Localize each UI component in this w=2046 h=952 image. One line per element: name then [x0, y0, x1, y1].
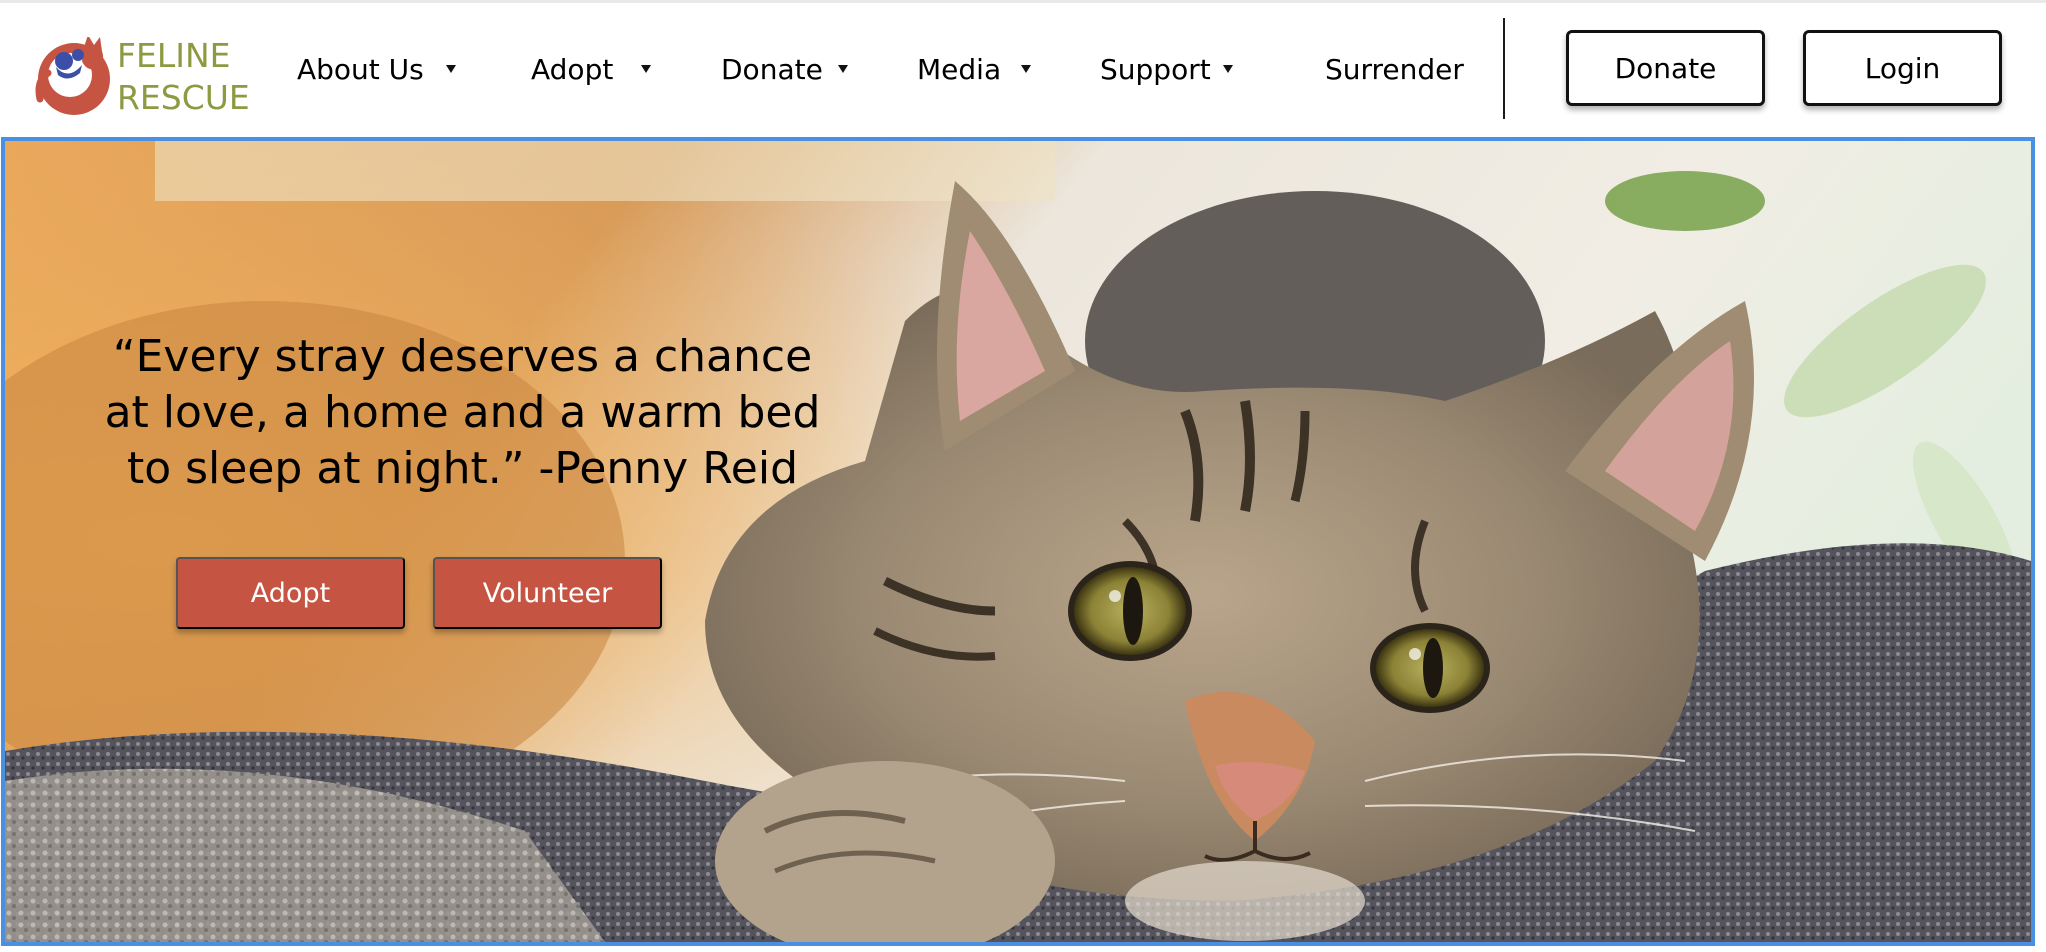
- nav-donate[interactable]: Donate: [721, 46, 823, 92]
- nav-surrender[interactable]: Surrender: [1325, 46, 1464, 92]
- nav-support-label: Support: [1100, 52, 1211, 86]
- hero-banner: “Every stray deserves a chance at love, …: [1, 137, 2035, 946]
- nav-media-label: Media: [917, 52, 1002, 86]
- hero-adopt-button[interactable]: Adopt: [176, 557, 405, 629]
- brand-name-line2: RESCUE: [117, 78, 250, 117]
- nav-divider: [1503, 18, 1505, 119]
- cat-logo-icon: [35, 37, 110, 115]
- login-button[interactable]: Login: [1803, 30, 2002, 106]
- nav-media[interactable]: Media: [917, 46, 1001, 92]
- brand-name: FELINE RESCUE: [117, 35, 250, 119]
- site-header: FELINE RESCUE About Us Adopt Donate Medi…: [0, 0, 2046, 137]
- hero-volunteer-button[interactable]: Volunteer: [433, 557, 662, 629]
- brand-logo[interactable]: FELINE RESCUE: [34, 33, 250, 121]
- nav-about-us[interactable]: About Us: [297, 46, 424, 92]
- caret-down-icon[interactable]: [1223, 65, 1233, 73]
- nav-surrender-label: Surrender: [1325, 52, 1464, 86]
- nav-donate-label: Donate: [721, 52, 823, 86]
- nav-adopt[interactable]: Adopt: [531, 46, 613, 92]
- nav-support[interactable]: Support: [1100, 46, 1211, 92]
- donate-button[interactable]: Donate: [1566, 30, 1765, 106]
- caret-down-icon[interactable]: [838, 65, 848, 73]
- hero-quote: “Every stray deserves a chance at love, …: [104, 331, 821, 494]
- hero-cat-photo: [5, 141, 2031, 942]
- caret-down-icon[interactable]: [446, 65, 456, 73]
- nav-adopt-label: Adopt: [531, 52, 614, 86]
- caret-down-icon[interactable]: [1021, 65, 1031, 73]
- nav-about-us-label: About Us: [297, 52, 424, 86]
- caret-down-icon[interactable]: [641, 65, 651, 73]
- brand-name-line1: FELINE: [117, 36, 231, 75]
